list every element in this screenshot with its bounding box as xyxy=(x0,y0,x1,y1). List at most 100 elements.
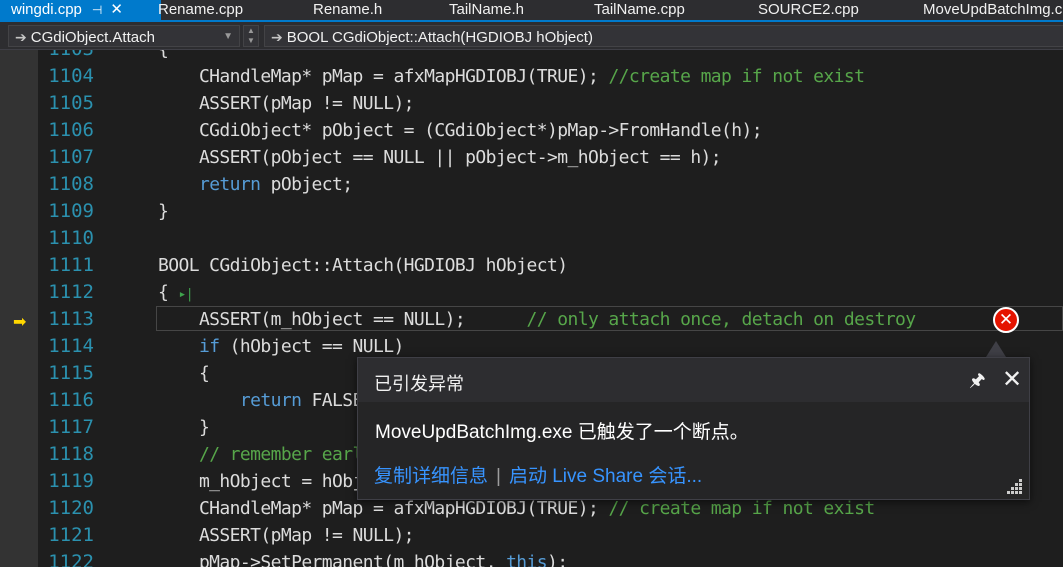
code-line: 1122 pMap->SetPermanent(m_hObject, this)… xyxy=(0,549,1063,567)
tab-source2-cpp[interactable]: SOURCE2.cpp xyxy=(758,0,859,20)
pin-icon[interactable]: 🖈 xyxy=(969,368,986,398)
code-text: pObject; xyxy=(260,174,354,195)
code-keyword: return xyxy=(239,390,302,411)
execution-pointer-arrow-icon: ➡ xyxy=(13,314,27,331)
code-text: CGdiObject* pObject = (CGdiObject*)pMap-… xyxy=(158,120,763,141)
code-comment: //create map if not exist xyxy=(608,66,865,87)
code-text-tail: ); xyxy=(547,552,568,567)
code-text: ASSERT(pObject == NULL || pObject->m_hOb… xyxy=(158,147,722,168)
tab-label: SOURCE2.cpp xyxy=(758,1,859,18)
tab-label: MoveUpdBatchImg.cpp xyxy=(923,1,1063,18)
code-text: ASSERT(m_hObject == NULL); xyxy=(158,309,527,330)
code-line: 1104 CHandleMap* pMap = afxMapHGDIOBJ(TR… xyxy=(0,63,1063,90)
line-number: 1121 xyxy=(48,524,94,546)
exception-actions: 复制详细信息 | 启动 Live Share 会话... xyxy=(374,461,702,488)
link-separator: | xyxy=(496,466,501,487)
document-tab-bar: wingdi.cpp ⊣ ✕ Rename.cpp Rename.h TailNam… xyxy=(0,0,1063,22)
code-text: (hObject == NULL) xyxy=(219,336,405,357)
line-number: 1110 xyxy=(48,227,94,249)
copy-details-link[interactable]: 复制详细信息 xyxy=(374,466,488,487)
line-number: 1107 xyxy=(48,146,94,168)
code-keyword: this xyxy=(506,552,548,567)
code-line: 1114 if (hObject == NULL) xyxy=(0,333,1063,360)
line-number: 1116 xyxy=(48,389,94,411)
code-comment: // create map if not exist xyxy=(608,498,875,519)
code-text: ASSERT(pMap != NULL); xyxy=(158,93,415,114)
tab-label: TailName.h xyxy=(449,1,525,18)
tab-wingdi-cpp[interactable]: wingdi.cpp ⊣ ✕ xyxy=(0,0,161,20)
line-number: 1105 xyxy=(48,92,94,114)
code-line: 1111 BOOL CGdiObject::Attach(HGDIOBJ hOb… xyxy=(0,252,1063,279)
start-live-share-link[interactable]: 启动 Live Share 会话... xyxy=(509,466,702,487)
code-keyword: if xyxy=(198,336,220,357)
code-text: ASSERT(pMap != NULL); xyxy=(158,525,415,546)
chevron-down-icon: ▼ xyxy=(223,31,233,42)
line-number: 1118 xyxy=(48,443,94,465)
line-number: 1120 xyxy=(48,497,94,519)
line-number: 1109 xyxy=(48,200,94,222)
line-number: 1122 xyxy=(48,551,94,567)
tab-rename-h[interactable]: Rename.h xyxy=(313,0,382,20)
code-line: 1105 ASSERT(pMap != NULL); xyxy=(0,90,1063,117)
error-icon[interactable]: ✕ xyxy=(993,307,1019,333)
close-icon[interactable]: ✕ xyxy=(110,1,123,18)
code-text: CHandleMap* pMap = afxMapHGDIOBJ(TRUE); xyxy=(158,66,609,87)
line-number: 1108 xyxy=(48,173,94,195)
code-line: 1109 } xyxy=(0,198,1063,225)
line-number: 1113 xyxy=(48,308,94,330)
code-line: 1112 { ▸| xyxy=(0,279,1063,306)
run-to-click-icon[interactable]: ▸| xyxy=(178,287,193,302)
tab-rename-cpp[interactable]: Rename.cpp xyxy=(158,0,243,20)
scope-dropdown[interactable]: ➔ CGdiObject.Attach ▼ xyxy=(8,25,240,47)
line-number: 1119 xyxy=(48,470,94,492)
code-line: 1108 return pObject; xyxy=(0,171,1063,198)
tab-label: Rename.cpp xyxy=(158,1,244,18)
code-keyword: return xyxy=(198,174,261,195)
member-dropdown[interactable]: ➔ BOOL CGdiObject::Attach(HGDIOBJ hObject… xyxy=(264,25,1063,47)
code-line: 1121 ASSERT(pMap != NULL); xyxy=(0,522,1063,549)
code-text: CHandleMap* pMap = afxMapHGDIOBJ(TRUE); xyxy=(158,498,609,519)
navigation-bar: ➔ CGdiObject.Attach ▼ ▲ ▼ ➔ BOOL CGdiObject… xyxy=(0,22,1063,50)
class-arrow-icon: ➔ xyxy=(15,29,27,45)
member-value: BOOL CGdiObject::Attach(HGDIOBJ hObject) xyxy=(286,29,593,46)
exception-message: MoveUpdBatchImg.exe 已触发了一个断点。 xyxy=(375,422,749,443)
tab-moveupdbatchimg-cpp[interactable]: MoveUpdBatchImg.cpp xyxy=(923,0,1063,20)
line-number: 1114 xyxy=(48,335,94,357)
code-comment: // only attach once, detach on destroy xyxy=(526,309,917,330)
code-line: 1106 CGdiObject* pObject = (CGdiObject*)… xyxy=(0,117,1063,144)
code-text: } xyxy=(158,417,210,438)
code-text: pMap->SetPermanent(m_hObject, xyxy=(158,552,507,567)
code-line: 1110 xyxy=(0,225,1063,252)
code-text: { xyxy=(158,363,210,384)
code-line: 1103 { xyxy=(0,50,1063,63)
tab-tailname-cpp[interactable]: TailName.cpp xyxy=(594,0,685,20)
line-number: 1106 xyxy=(48,119,94,141)
line-number: 1104 xyxy=(48,65,94,87)
code-line: 1107 ASSERT(pObject == NULL || pObject->… xyxy=(0,144,1063,171)
line-number: 1117 xyxy=(48,416,94,438)
tab-label: Rename.h xyxy=(313,1,383,18)
line-number: 1103 xyxy=(38,50,94,63)
popup-pointer xyxy=(986,341,1006,357)
exception-title: 已引发异常 xyxy=(374,374,464,394)
pin-icon[interactable]: ⊣ xyxy=(92,3,102,17)
close-icon[interactable]: ✕ xyxy=(1002,365,1022,394)
code-text: { xyxy=(158,282,179,303)
split-spinner[interactable]: ▲ ▼ xyxy=(243,25,259,47)
tab-label: TailName.cpp xyxy=(594,1,685,18)
line-number: 1115 xyxy=(48,362,94,384)
code-text: { xyxy=(158,50,169,63)
scope-value: CGdiObject.Attach xyxy=(30,29,155,46)
code-line-current: ➡ 1113 ASSERT(m_hObject == NULL); // onl… xyxy=(0,306,1063,333)
exception-popup: 已引发异常 🖈 ✕ MoveUpdBatchImg.exe 已触发了一个断点。 … xyxy=(357,357,1030,500)
member-arrow-icon: ➔ xyxy=(271,29,283,45)
line-number: 1111 xyxy=(48,254,94,276)
code-text: BOOL CGdiObject::Attach(HGDIOBJ hObject) xyxy=(158,255,568,276)
line-number: 1112 xyxy=(48,281,94,303)
code-text: } xyxy=(158,201,169,222)
tab-tailname-h[interactable]: TailName.h xyxy=(449,0,524,20)
resize-grip-icon[interactable] xyxy=(1007,479,1023,495)
